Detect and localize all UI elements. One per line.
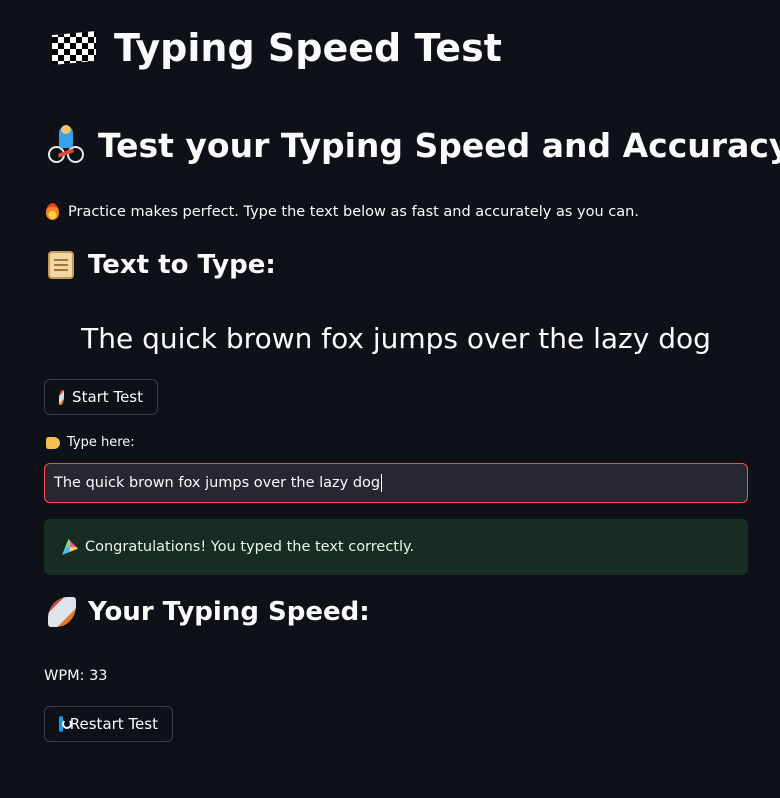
- app-header: Typing Speed Test: [52, 26, 502, 70]
- typing-input-value: The quick brown fox jumps over the lazy …: [54, 475, 381, 491]
- success-alert: Congratulations! You typed the text corr…: [44, 519, 748, 575]
- cyclist-icon: [48, 125, 84, 165]
- prompt-heading-row: Text to Type:: [48, 250, 276, 280]
- party-popper-icon: [62, 539, 78, 555]
- success-message: Congratulations! You typed the text corr…: [85, 539, 415, 555]
- scroll-icon: [48, 251, 74, 279]
- speed-heading: Your Typing Speed:: [88, 597, 370, 627]
- fire-icon: [46, 203, 59, 220]
- start-test-button[interactable]: Start Test: [44, 379, 158, 415]
- intro-heading-row: Test your Typing Speed and Accuracy: [48, 125, 780, 165]
- prompt-heading: Text to Type:: [88, 250, 276, 280]
- page-title: Typing Speed Test: [114, 26, 502, 70]
- wpm-readout: WPM: 33: [44, 668, 108, 684]
- intro-tagline: Practice makes perfect. Type the text be…: [68, 203, 639, 220]
- restart-test-button[interactable]: Restart Test: [44, 706, 173, 742]
- checkered-flag-icon: [52, 31, 96, 65]
- pointing-hand-icon: [46, 436, 60, 449]
- rocket-icon: [48, 597, 76, 627]
- intro-heading: Test your Typing Speed and Accuracy: [98, 125, 780, 165]
- speed-heading-row: Your Typing Speed:: [48, 597, 370, 627]
- typing-input-label-row: Type here:: [46, 435, 135, 450]
- refresh-icon: [59, 716, 72, 732]
- intro-tagline-row: Practice makes perfect. Type the text be…: [46, 203, 639, 220]
- sample-text: The quick brown fox jumps over the lazy …: [81, 322, 711, 355]
- app-page: Typing Speed Test Test your Typing Speed…: [0, 0, 780, 798]
- rocket-icon: [59, 389, 65, 405]
- typing-input[interactable]: The quick brown fox jumps over the lazy …: [44, 463, 748, 503]
- text-caret: [381, 474, 383, 492]
- typing-input-label: Type here:: [67, 435, 135, 450]
- restart-test-label: Restart Test: [69, 715, 158, 733]
- start-test-label: Start Test: [72, 388, 143, 406]
